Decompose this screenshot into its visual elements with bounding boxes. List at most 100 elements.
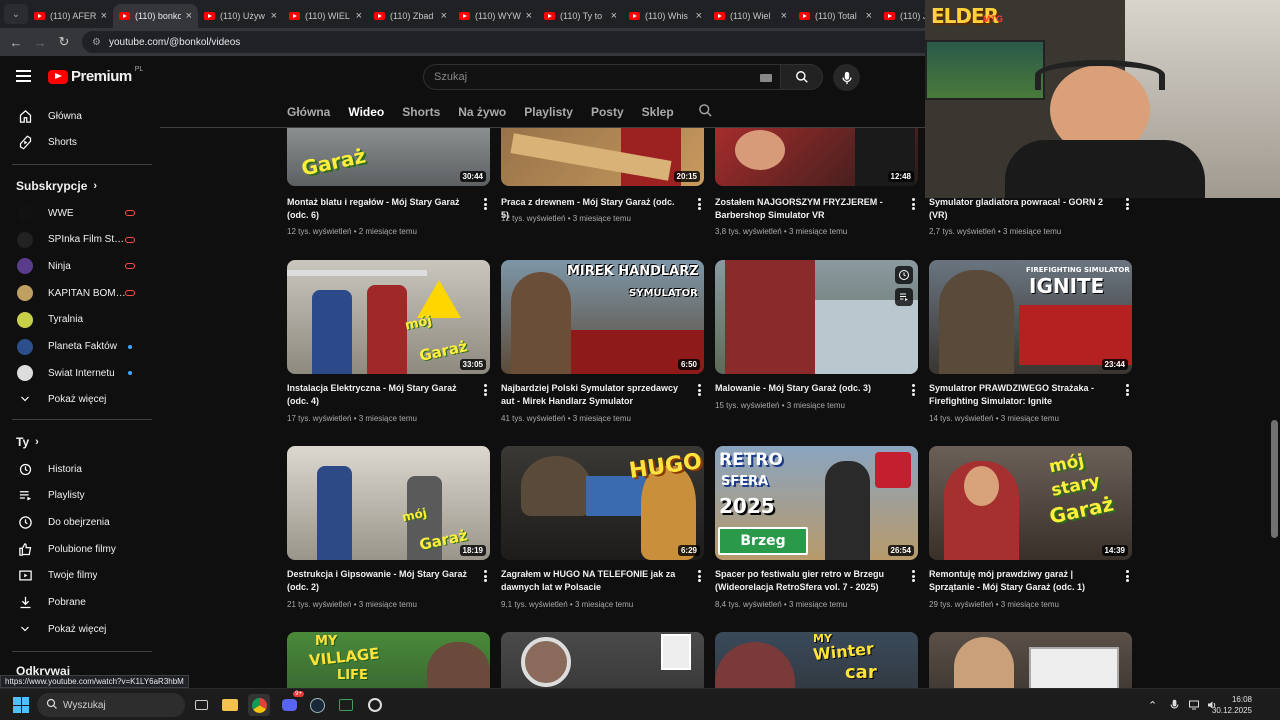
video-card[interactable]: mój Garaż 18:19 Destrukcja i Gipsowanie … [287,446,490,609]
tab-search-button[interactable]: ⌄ [4,4,28,24]
video-thumbnail[interactable]: 12:48 [715,128,918,186]
close-tab-icon[interactable]: × [356,10,362,22]
video-more-icon[interactable] [697,198,701,210]
video-card[interactable]: Malowanie - Mój Stary Garaż (odc. 3) 15 … [715,260,918,410]
sidebar-subscription-item[interactable]: KAPITAN BOMBA [0,280,155,306]
video-card[interactable]: mój Garaż 33:05 Instalacja Elektryczna -… [287,260,490,423]
video-title[interactable]: Symulator gladiatora powraca! - GORN 2 (… [929,196,1111,222]
video-thumbnail[interactable]: MIREK HANDLARZ SYMULATOR 6:50 [501,260,704,374]
browser-tab[interactable]: (110) WIEL × [283,4,368,28]
keyboard-icon[interactable] [760,74,772,82]
steam-icon[interactable] [306,694,328,716]
discord-icon[interactable]: 9+ [278,691,304,716]
obs-icon[interactable] [364,694,386,716]
tab-videos[interactable]: Wideo [348,105,384,119]
video-title[interactable]: Montaż blatu i regałów - Mój Stary Garaż… [287,196,469,222]
file-explorer-icon[interactable] [219,694,241,716]
sidebar-subscription-item[interactable]: Planeta Faktów [0,334,155,360]
sidebar-subscription-item[interactable]: WWE [0,200,155,226]
video-thumbnail[interactable]: Garaż 30:44 [287,128,490,186]
close-tab-icon[interactable]: × [781,10,787,22]
sidebar-subscription-item[interactable]: Świat Internetu [0,360,155,386]
close-tab-icon[interactable]: × [611,10,617,22]
windows-start-icon[interactable] [13,697,29,713]
video-title[interactable]: Zagrałem w HUGO NA TELEFONIE jak za dawn… [501,568,683,594]
video-card[interactable]: HUGO 6:29 Zagrałem w HUGO NA TELEFONIE j… [501,446,704,609]
video-more-icon[interactable] [697,384,701,396]
close-tab-icon[interactable]: × [696,10,702,22]
video-title[interactable]: Spacer po festiwalu gier retro w Brzegu … [715,568,897,594]
video-thumbnail[interactable]: mój Garaż 18:19 [287,446,490,560]
video-more-icon[interactable] [697,570,701,582]
sidebar-subscription-item[interactable]: Tyralnia [0,307,155,333]
watch-later-icon[interactable] [895,266,913,284]
video-thumbnail[interactable]: mój Garaż 33:05 [287,260,490,374]
close-tab-icon[interactable]: × [526,10,532,22]
video-card[interactable]: MIREK HANDLARZ SYMULATOR 6:50 Najbardzie… [501,260,704,423]
video-title[interactable]: Destrukcja i Gipsowanie - Mój Stary Gara… [287,568,469,594]
sidebar-item-shorts[interactable]: Shorts [0,129,155,155]
close-tab-icon[interactable]: × [866,10,872,22]
channel-search-icon[interactable] [698,103,713,121]
sidebar-you-item[interactable]: Polubione filmy [0,536,155,562]
url-field[interactable]: ⚙ youtube.com/@bonkol/videos [82,31,982,53]
video-card[interactable]: RETRO SFERA 2025 Brzeg 26:54 Spacer po f… [715,446,918,609]
sidebar-you-item[interactable]: Do obejrzenia [0,509,155,535]
video-more-icon[interactable] [483,198,487,210]
browser-tab[interactable]: (110) Używ × [198,4,283,28]
menu-icon[interactable] [16,70,31,82]
add-to-queue-icon[interactable] [895,288,913,306]
reload-button[interactable]: ↻ [52,34,76,50]
you-show-more[interactable]: Pokaż więcej [0,616,155,642]
video-thumbnail[interactable]: 20:15 [501,128,704,186]
video-card[interactable] [929,632,1132,688]
video-card[interactable]: FIREFIGHTING SIMULATOR IGNITE 23:44 Symu… [929,260,1132,423]
video-more-icon[interactable] [911,384,915,396]
video-title[interactable]: Malowanie - Mój Stary Garaż (odc. 3) [715,382,897,395]
close-tab-icon[interactable]: × [101,10,107,22]
subscriptions-heading[interactable]: Subskrypcje › [0,173,155,199]
site-info-icon[interactable]: ⚙ [92,37,101,48]
task-view-icon[interactable] [190,694,212,716]
video-thumbnail[interactable] [715,260,918,374]
tray-network-icon[interactable] [1188,689,1200,720]
browser-tab[interactable]: (110) Wiel × [708,4,793,28]
browser-tab[interactable]: (110) bonkol × [113,4,198,28]
video-title[interactable]: Najbardziej Polski Symulator sprzedawcy … [501,382,683,408]
tray-chevron-up-icon[interactable]: ⌃ [1148,689,1157,720]
close-tab-icon[interactable]: × [441,10,447,22]
video-card[interactable]: MY VILLAGE LIFE [287,632,490,688]
browser-tab[interactable]: (110) AFER × [28,4,113,28]
video-more-icon[interactable] [911,198,915,210]
video-card[interactable]: 20:15 Praca z drewnem - Mój Stary Garaż … [501,128,704,223]
browser-tab[interactable]: (110) Zbad × [368,4,453,28]
close-tab-icon[interactable]: × [186,10,192,22]
search-input[interactable]: Szukaj [423,64,781,90]
video-card[interactable]: mój stary Garaż 14:39 Remontuję mój praw… [929,446,1132,609]
video-more-icon[interactable] [911,570,915,582]
youtube-logo[interactable]: Premium PL [48,66,143,85]
tray-microphone-icon[interactable] [1170,689,1179,720]
video-thumbnail[interactable]: MY VILLAGE LIFE [287,632,490,688]
video-thumbnail[interactable]: RETRO SFERA 2025 Brzeg 26:54 [715,446,918,560]
forward-button[interactable]: → [28,35,52,50]
sidebar-you-item[interactable]: Historia [0,456,155,482]
video-more-icon[interactable] [483,384,487,396]
video-title[interactable]: Zostałem NAJGORSZYM FRYZJEREM - Barbersh… [715,196,897,222]
tab-posts[interactable]: Posty [591,105,624,119]
subscriptions-show-more[interactable]: Pokaż więcej [0,386,155,412]
voice-search-button[interactable] [833,64,860,91]
you-heading[interactable]: Ty › [0,429,155,455]
chrome-icon[interactable] [248,694,270,716]
taskbar-clock[interactable]: 16:08 30.12.2025 [1212,694,1252,716]
video-thumbnail[interactable]: FIREFIGHTING SIMULATOR IGNITE 23:44 [929,260,1132,374]
taskbar-search[interactable]: Wyszukaj [37,693,185,717]
tab-home[interactable]: Główna [287,105,330,119]
video-more-icon[interactable] [1125,570,1129,582]
browser-tab[interactable]: (110) Total × [793,4,878,28]
sidebar-subscription-item[interactable]: SPInka Film Studio [0,227,155,253]
browser-tab[interactable]: (110) WYW × [453,4,538,28]
browser-tab[interactable]: (110) Ty to × [538,4,623,28]
tab-live[interactable]: Na żywo [458,105,506,119]
close-tab-icon[interactable]: × [271,10,277,22]
